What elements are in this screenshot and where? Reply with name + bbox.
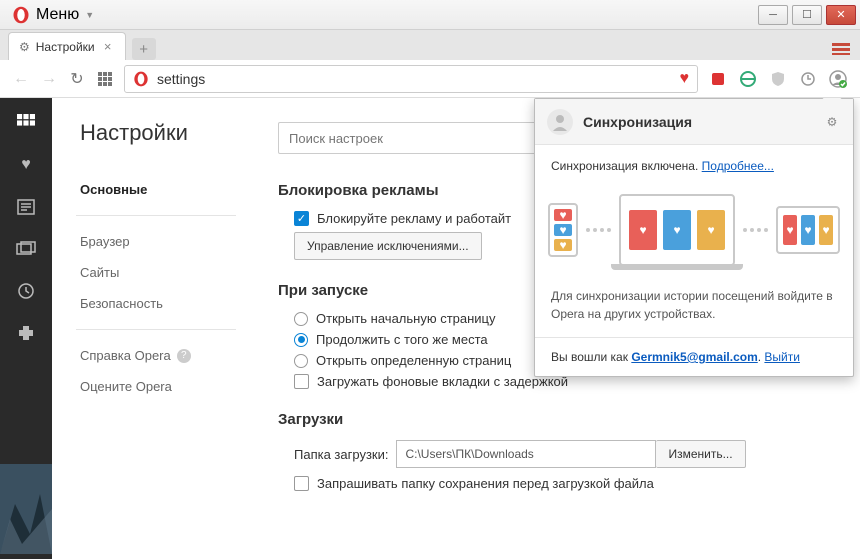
startup-radio-continue[interactable]	[294, 333, 308, 347]
activity-wallpaper-thumb	[0, 464, 52, 559]
menu-label: Меню	[36, 6, 79, 24]
sidebar-item-help[interactable]: Справка Opera ?	[80, 340, 262, 371]
activity-bookmarks-icon[interactable]: ♥	[15, 154, 37, 176]
sidebar-item-sites[interactable]: Сайты	[80, 257, 262, 288]
bookmark-heart-icon[interactable]: ♥	[680, 70, 690, 88]
startup-radio-specific[interactable]	[294, 354, 308, 368]
opera-icon	[12, 6, 30, 24]
delay-tabs-label: Загружать фоновые вкладки с задержкой	[317, 374, 568, 389]
chevron-down-icon: ▼	[85, 10, 94, 20]
startup-opt1-label: Открыть начальную страницу	[316, 311, 496, 326]
divider	[76, 329, 236, 330]
sync-logout-link[interactable]: Выйти	[764, 350, 800, 364]
delay-tabs-checkbox[interactable]	[294, 374, 309, 389]
sync-title: Синхронизация	[583, 114, 692, 130]
sync-illustration: ♥♥♥ ♥♥♥ ♥♥♥	[551, 187, 837, 273]
ask-folder-checkbox[interactable]	[294, 476, 309, 491]
speed-dial-button[interactable]	[96, 70, 114, 88]
sync-logged-as-label: Вы вошли как	[551, 350, 628, 364]
ask-folder-label: Запрашивать папку сохранения перед загру…	[317, 476, 654, 491]
page-title: Настройки	[80, 120, 262, 146]
block-ads-label: Блокируйте рекламу и работайт	[317, 211, 511, 226]
sync-status-text: Синхронизация включена.	[551, 159, 698, 173]
tab-title: Настройки	[36, 40, 95, 54]
download-folder-label: Папка загрузки:	[294, 447, 388, 462]
block-ads-checkbox[interactable]: ✓	[294, 211, 309, 226]
new-tab-button[interactable]: +	[132, 38, 156, 60]
url-input[interactable]	[157, 71, 672, 87]
minimize-button[interactable]: ─	[758, 5, 788, 25]
download-folder-input[interactable]	[396, 440, 656, 468]
gear-icon: ⚙	[19, 40, 30, 54]
tab-close-button[interactable]: ×	[101, 40, 115, 54]
address-bar[interactable]: ♥	[124, 65, 698, 93]
sync-hint-text: Для синхронизации истории посещений войд…	[551, 287, 837, 323]
startup-radio-startpage[interactable]	[294, 312, 308, 326]
extension-icon-2[interactable]	[738, 69, 758, 89]
opera-menu-button[interactable]: Меню ▼	[4, 4, 102, 26]
sync-more-link[interactable]: Подробнее...	[702, 159, 774, 173]
sidebar-item-rate[interactable]: Оцените Opera	[80, 371, 262, 402]
help-icon: ?	[177, 349, 191, 363]
sync-popover: Синхронизация ⚙ Синхронизация включена. …	[534, 98, 854, 377]
back-button[interactable]: ←	[12, 70, 30, 88]
divider	[76, 215, 236, 216]
sidebar-help-label: Справка Opera	[80, 348, 171, 363]
maximize-button[interactable]: ☐	[792, 5, 822, 25]
avatar-icon	[547, 109, 573, 135]
close-button[interactable]: ✕	[826, 5, 856, 25]
panel-toggle-icon[interactable]	[830, 38, 852, 60]
activity-speed-dial-icon[interactable]	[15, 112, 37, 134]
change-folder-button[interactable]: Изменить...	[656, 440, 745, 468]
tab-settings[interactable]: ⚙ Настройки ×	[8, 32, 126, 60]
extension-icon-4[interactable]	[798, 69, 818, 89]
reload-button[interactable]: ↻	[68, 70, 86, 88]
extension-icon-3[interactable]	[768, 69, 788, 89]
activity-extensions-icon[interactable]	[15, 322, 37, 344]
startup-opt3-label: Открыть определенную страниц	[316, 353, 511, 368]
sync-email[interactable]: Germnik5@gmail.com	[631, 350, 757, 364]
extension-icon-1[interactable]	[708, 69, 728, 89]
manage-exceptions-button[interactable]: Управление исключениями...	[294, 232, 482, 260]
startup-opt2-label: Продолжить с того же места	[316, 332, 488, 347]
sidebar-item-security[interactable]: Безопасность	[80, 288, 262, 319]
opera-favicon-icon	[133, 71, 149, 87]
section-downloads-title: Загрузки	[278, 411, 830, 428]
forward-button[interactable]: →	[40, 70, 58, 88]
activity-news-icon[interactable]	[15, 196, 37, 218]
sync-settings-button[interactable]: ⚙	[823, 113, 841, 131]
activity-history-icon[interactable]	[15, 280, 37, 302]
activity-tabs-icon[interactable]	[15, 238, 37, 260]
sync-account-icon[interactable]	[828, 69, 848, 89]
sidebar-item-browser[interactable]: Браузер	[80, 226, 262, 257]
sidebar-item-basic[interactable]: Основные	[80, 174, 262, 205]
